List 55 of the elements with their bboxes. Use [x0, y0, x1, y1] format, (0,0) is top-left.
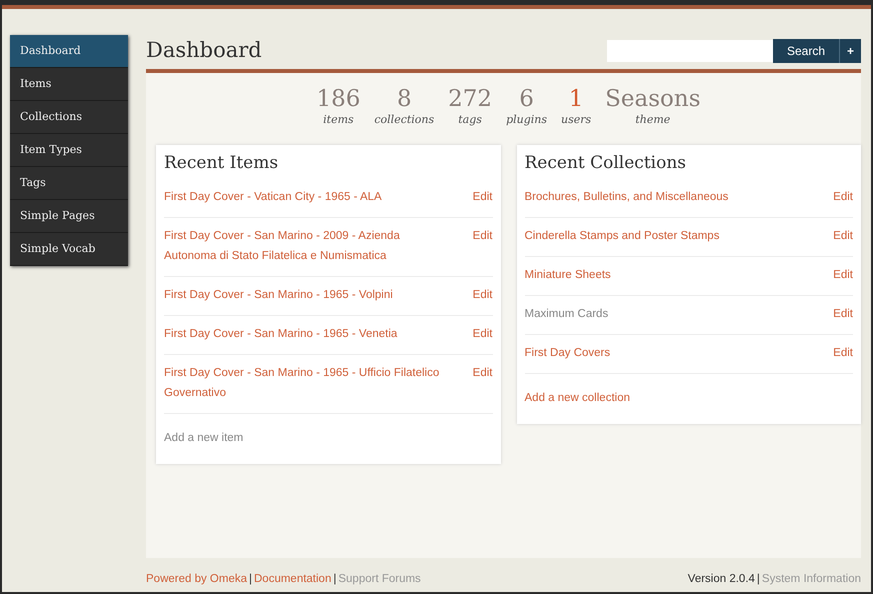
separator: |: [249, 573, 252, 585]
search-button[interactable]: Search: [772, 38, 839, 62]
stat-label: items: [323, 112, 354, 128]
stat-value: Seasons: [605, 87, 701, 112]
item-link[interactable]: First Day Covers: [524, 343, 610, 364]
edit-link[interactable]: Edit: [833, 265, 853, 286]
stat-label: tags: [458, 112, 482, 128]
edit-link[interactable]: Edit: [472, 285, 492, 306]
separator: |: [333, 573, 336, 585]
item-link[interactable]: First Day Cover - San Marino - 1965 - Venetia: [164, 324, 398, 344]
sidebar-item[interactable]: Tags: [10, 167, 128, 200]
edit-link[interactable]: Edit: [472, 226, 492, 266]
item-link[interactable]: First Day Cover - San Marino - 2009 - Azienda Autonoma di Stato Filatelica e Numismatica: [164, 226, 453, 266]
stat-label: theme: [635, 112, 670, 128]
footer-link[interactable]: Documentation: [254, 573, 332, 585]
sidebar-item[interactable]: Collections: [10, 101, 128, 134]
version-text: Version 2.0.4: [688, 573, 755, 585]
search-field[interactable]: [606, 40, 773, 62]
add-link[interactable]: Add a new item: [164, 428, 244, 448]
stat-label: users: [561, 112, 592, 128]
edit-link[interactable]: Edit: [472, 187, 492, 208]
item-link[interactable]: Cinderella Stamps and Poster Stamps: [524, 226, 720, 246]
add-button[interactable]: +: [839, 38, 861, 62]
sidebar-item[interactable]: Simple Vocab: [10, 233, 128, 266]
sidebar-item[interactable]: Item Types: [10, 134, 128, 167]
item-link[interactable]: First Day Cover - San Marino - 1965 - Ufficio Filatelico Governativo: [164, 363, 453, 404]
footer-link[interactable]: System Information: [762, 573, 861, 585]
footer-link[interactable]: Support Forums: [338, 573, 421, 585]
item-link[interactable]: First Day Cover - Vatican City - 1965 - ALA: [164, 187, 382, 208]
edit-link[interactable]: Edit: [472, 324, 492, 344]
stat-value: 186: [316, 87, 360, 112]
stat-label: plugins: [506, 112, 547, 128]
edit-link[interactable]: Edit: [472, 363, 492, 404]
add-link[interactable]: Add a new collection: [524, 388, 630, 408]
stat-value: 6: [519, 87, 534, 112]
separator: |: [756, 573, 760, 585]
page-title: Dashboard: [146, 38, 263, 64]
footer-link[interactable]: Powered by Omeka: [146, 573, 247, 585]
stat-value: 8: [396, 87, 412, 112]
edit-link[interactable]: Edit: [833, 343, 853, 364]
edit-link[interactable]: Edit: [833, 304, 853, 324]
edit-link[interactable]: Edit: [833, 226, 853, 246]
item-link[interactable]: Brochures, Bulletins, and Miscellaneous: [524, 187, 728, 208]
item-link[interactable]: Maximum Cards: [524, 304, 608, 324]
stat-value: 272: [448, 87, 492, 112]
stat-label: collections: [374, 112, 434, 128]
edit-link[interactable]: Edit: [833, 187, 853, 208]
sidebar-item[interactable]: Dashboard: [10, 35, 128, 68]
item-link[interactable]: Miniature Sheets: [524, 265, 611, 286]
panel-title: Recent Collections: [524, 152, 687, 174]
item-link[interactable]: First Day Cover - San Marino - 1965 - Volpini: [164, 285, 393, 306]
stat-value: 1: [568, 87, 584, 112]
panel-title: Recent Items: [164, 152, 280, 174]
sidebar-item[interactable]: Items: [10, 68, 128, 101]
sidebar-item[interactable]: Simple Pages: [10, 200, 128, 233]
